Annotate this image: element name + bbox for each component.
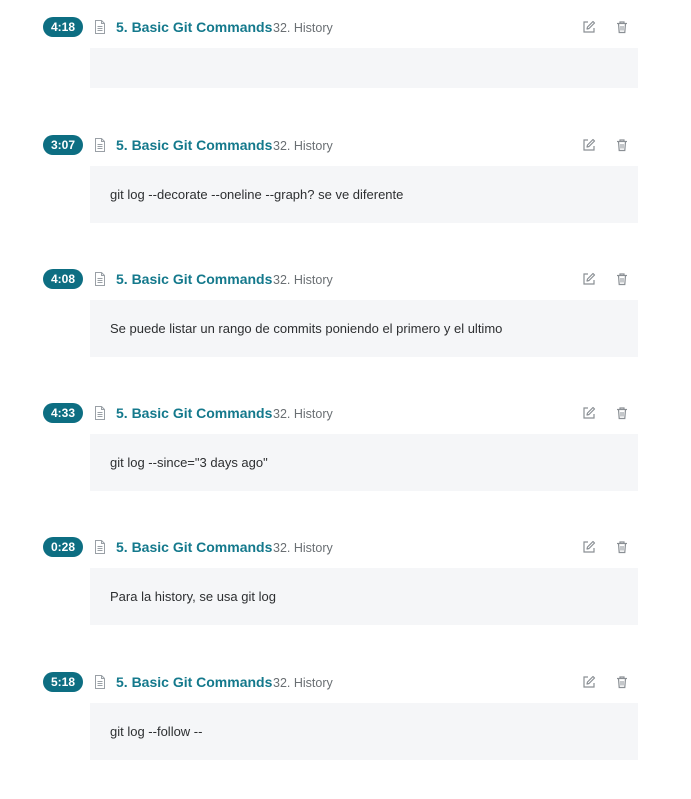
- edit-icon[interactable]: [581, 137, 597, 153]
- note-content: [90, 48, 638, 88]
- section-link[interactable]: 5. Basic Git Commands: [116, 672, 272, 692]
- lecture-title: 32. History: [273, 139, 333, 153]
- edit-icon[interactable]: [581, 271, 597, 287]
- lecture-title: 32. History: [273, 407, 333, 421]
- timestamp-button[interactable]: 3:07: [43, 135, 83, 155]
- edit-icon[interactable]: [581, 539, 597, 555]
- document-icon: [94, 406, 106, 420]
- notes-list: 4:18 5. Basic Git Commands 32. History 3:07…: [0, 0, 691, 799]
- lecture-title: 32. History: [273, 676, 333, 690]
- note-header: 4:08 5. Basic Git Commands 32. History: [0, 269, 691, 291]
- timestamp-button[interactable]: 0:28: [43, 537, 83, 557]
- lecture-title: 32. History: [273, 273, 333, 287]
- section-link[interactable]: 5. Basic Git Commands: [116, 135, 272, 155]
- document-icon: [94, 20, 106, 34]
- section-link[interactable]: 5. Basic Git Commands: [116, 403, 272, 423]
- note-content: git log --since="3 days ago": [90, 434, 638, 491]
- note-header: 4:33 5. Basic Git Commands 32. History: [0, 403, 691, 425]
- edit-icon[interactable]: [581, 405, 597, 421]
- note-content: git log --follow --: [90, 703, 638, 760]
- note-header: 5:18 5. Basic Git Commands 32. History: [0, 672, 691, 694]
- edit-icon[interactable]: [581, 19, 597, 35]
- timestamp-button[interactable]: 4:33: [43, 403, 83, 423]
- note-content: Se puede listar un rango de commits poni…: [90, 300, 638, 357]
- section-link[interactable]: 5. Basic Git Commands: [116, 537, 272, 557]
- timestamp-button[interactable]: 4:18: [43, 17, 83, 37]
- document-icon: [94, 540, 106, 554]
- lecture-title: 32. History: [273, 541, 333, 555]
- lecture-title: 32. History: [273, 21, 333, 35]
- section-link[interactable]: 5. Basic Git Commands: [116, 269, 272, 289]
- trash-icon[interactable]: [614, 271, 630, 287]
- trash-icon[interactable]: [614, 137, 630, 153]
- trash-icon[interactable]: [614, 405, 630, 421]
- note-content: Para la history, se usa git log: [90, 568, 638, 625]
- trash-icon[interactable]: [614, 19, 630, 35]
- document-icon: [94, 138, 106, 152]
- trash-icon[interactable]: [614, 674, 630, 690]
- timestamp-button[interactable]: 5:18: [43, 672, 83, 692]
- section-link[interactable]: 5. Basic Git Commands: [116, 17, 272, 37]
- document-icon: [94, 272, 106, 286]
- trash-icon[interactable]: [614, 539, 630, 555]
- note-content: git log --decorate --oneline --graph? se…: [90, 166, 638, 223]
- document-icon: [94, 675, 106, 689]
- note-header: 3:07 5. Basic Git Commands 32. History: [0, 135, 691, 157]
- timestamp-button[interactable]: 4:08: [43, 269, 83, 289]
- note-header: 4:18 5. Basic Git Commands 32. History: [0, 17, 691, 39]
- note-header: 0:28 5. Basic Git Commands 32. History: [0, 537, 691, 559]
- edit-icon[interactable]: [581, 674, 597, 690]
